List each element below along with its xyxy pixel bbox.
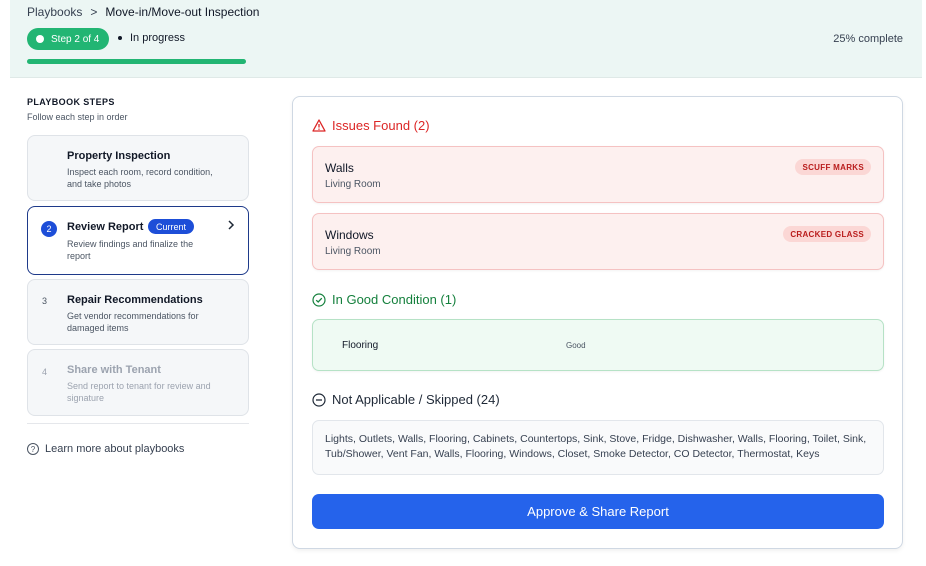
good-item-value: Good: [566, 341, 586, 350]
chevron-right-icon: [227, 219, 235, 233]
bullet-icon: [118, 36, 122, 40]
not-applicable-heading: Not Applicable / Skipped (24): [312, 392, 500, 407]
step-card-property-inspection[interactable]: Property Inspection Inspect each room, r…: [27, 135, 249, 201]
breadcrumb: Playbooks > Move-in/Move-out Inspection: [27, 5, 259, 19]
issue-card[interactable]: Windows Living Room CRACKED GLASS: [312, 213, 884, 270]
step-description: Send report to tenant for review and sig…: [67, 381, 211, 403]
issue-tag: SCUFF MARKS: [795, 159, 871, 175]
step-title: Property Inspection: [67, 150, 171, 162]
step-card-share-with-tenant[interactable]: 4 Share with Tenant Send report to tenan…: [27, 349, 249, 416]
step-dot-icon: [36, 35, 44, 43]
step-badge: Step 2 of 4: [27, 28, 110, 50]
good-item-name: Flooring: [342, 340, 379, 351]
sidebar-title: PLAYBOOK STEPS: [27, 97, 115, 107]
breadcrumb-playbooks-link[interactable]: Playbooks: [27, 5, 82, 19]
progress-header: Playbooks > Move-in/Move-out Inspection …: [10, 0, 922, 78]
sidebar-divider: [27, 423, 249, 424]
warning-triangle-icon: [312, 119, 326, 133]
skipped-items-list: Lights, Outlets, Walls, Flooring, Cabine…: [312, 420, 884, 475]
step-number: 4: [42, 367, 48, 377]
current-badge: Current: [148, 219, 195, 234]
progress-bar: [27, 59, 246, 64]
breadcrumb-separator: >: [90, 5, 98, 19]
good-condition-card[interactable]: Flooring Good: [312, 319, 884, 371]
issue-name: Walls: [325, 161, 354, 175]
minus-circle-icon: [312, 392, 326, 407]
issue-name: Windows: [325, 228, 374, 242]
status-label: In progress: [130, 32, 186, 44]
learn-more-link[interactable]: ? Learn more about playbooks: [27, 443, 184, 455]
issue-room: Living Room: [325, 179, 381, 190]
learn-more-label: Learn more about playbooks: [45, 443, 185, 455]
issue-tag: CRACKED GLASS: [783, 226, 871, 242]
step-number-badge: 2: [41, 221, 57, 237]
issue-room: Living Room: [325, 246, 381, 257]
step-description: Get vendor recommendations for damaged i…: [67, 311, 199, 333]
step-number: 3: [42, 296, 48, 306]
approve-share-button[interactable]: Approve & Share Report: [312, 494, 884, 529]
issues-heading-label: Issues Found (2): [332, 118, 430, 133]
step-card-repair-recommendations[interactable]: 3 Repair Recommendations Get vendor reco…: [27, 279, 249, 345]
step-title: Share with Tenant: [67, 364, 161, 376]
step-title: Review Report: [67, 221, 144, 233]
sidebar-subtitle: Follow each step in order: [27, 112, 128, 122]
good-condition-heading-label: In Good Condition (1): [332, 292, 457, 307]
check-circle-icon: [312, 292, 326, 307]
step-card-review-report[interactable]: 2 Review Report Current Review findings …: [27, 206, 249, 275]
issue-card[interactable]: Walls Living Room SCUFF MARKS: [312, 146, 884, 203]
not-applicable-heading-label: Not Applicable / Skipped (24): [332, 392, 500, 407]
progress-bar-fill: [27, 59, 246, 64]
question-circle-icon: ?: [27, 443, 39, 455]
step-title: Repair Recommendations: [67, 294, 203, 306]
step-description: Inspect each room, record condition, and…: [67, 167, 213, 189]
step-description: Review findings and finalize the report: [67, 239, 194, 261]
issues-heading: Issues Found (2): [312, 118, 430, 133]
good-condition-heading: In Good Condition (1): [312, 292, 456, 307]
report-panel: Issues Found (2) Walls Living Room SCUFF…: [292, 96, 903, 549]
step-badge-label: Step 2 of 4: [51, 33, 100, 45]
percent-complete: 25% complete: [833, 33, 903, 45]
breadcrumb-current: Move-in/Move-out Inspection: [105, 5, 260, 19]
status-indicator: In progress: [118, 32, 185, 44]
